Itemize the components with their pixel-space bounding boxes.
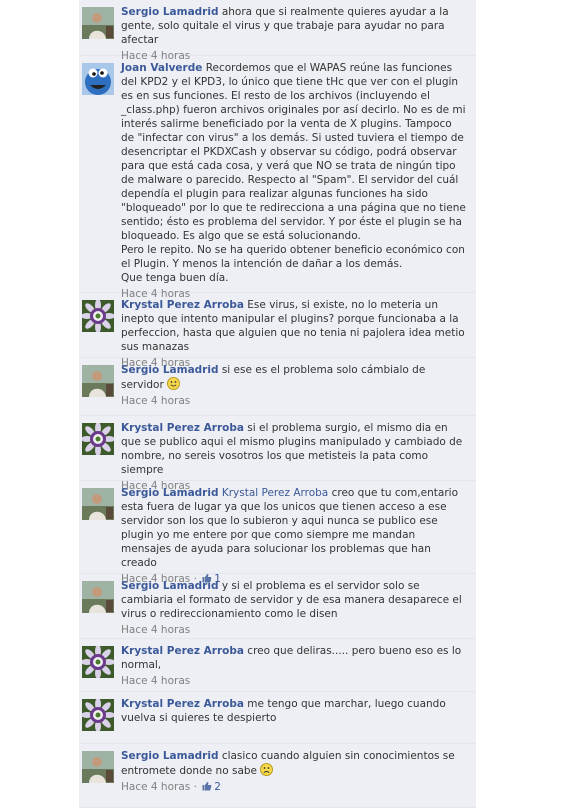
comment-author-link[interactable]: Sergio Lamadrid [121, 364, 218, 376]
comment-content: Sergio Lamadrid y si el problema es el s… [121, 579, 467, 621]
comment-item: Sergio Lamadrid clasico cuando alguien s… [79, 744, 476, 808]
comment-timestamp[interactable]: Hace 4 horas [121, 395, 190, 407]
comment-item: Joan Valverde Recordemos que el WAPAS re… [79, 56, 476, 300]
avatar[interactable] [82, 7, 114, 39]
avatar[interactable] [82, 581, 114, 613]
comment-item: Krystal Perez Arroba si el problema surg… [79, 416, 476, 492]
avatar[interactable] [82, 699, 114, 731]
comment-meta: Hace 4 horas · 2 [121, 780, 467, 794]
comment-author-link[interactable]: Krystal Perez Arroba [121, 645, 244, 657]
comment-content: Krystal Perez Arroba Ese virus, si exist… [121, 298, 467, 354]
comment-content: Sergio Lamadrid Krystal Perez Arroba cre… [121, 486, 467, 570]
comment-item: Krystal Perez Arroba Ese virus, si exist… [79, 293, 476, 369]
comment-content: Krystal Perez Arroba creo que deliras...… [121, 644, 467, 672]
comment-body: creo que tu com,entario esta fuera de lu… [121, 487, 458, 569]
comment-author-link[interactable]: Sergio Lamadrid [121, 750, 218, 762]
like-count[interactable]: 2 [214, 781, 221, 793]
comment-item: Krystal Perez Arroba me tengo que marcha… [79, 692, 476, 744]
comment-item: Sergio Lamadrid y si el problema es el s… [79, 574, 476, 639]
comment-timestamp[interactable]: Hace 4 horas [121, 781, 190, 793]
comment-meta: Hace 4 horas [121, 623, 467, 637]
comment-author-link[interactable]: Sergio Lamadrid [121, 6, 218, 18]
comment-author-link[interactable]: Sergio Lamadrid [121, 487, 218, 499]
comment-timestamp[interactable]: Hace 4 horas [121, 624, 190, 636]
comment-author-link[interactable]: Krystal Perez Arroba [121, 299, 244, 311]
comment-content: Sergio Lamadrid clasico cuando alguien s… [121, 749, 467, 778]
avatar[interactable] [82, 365, 114, 397]
avatar[interactable] [82, 300, 114, 332]
comment-thread: Sergio Lamadrid ahora que si realmente q… [79, 0, 476, 808]
comment-timestamp[interactable]: Hace 4 horas [121, 675, 190, 687]
comment-author-link[interactable]: Sergio Lamadrid [121, 580, 218, 592]
like-icon[interactable] [202, 781, 212, 791]
mention-link[interactable]: Krystal Perez Arroba [222, 487, 328, 499]
comment-content: Sergio Lamadrid ahora que si realmente q… [121, 5, 467, 47]
avatar[interactable] [82, 488, 114, 520]
avatar[interactable] [82, 751, 114, 783]
avatar[interactable] [82, 646, 114, 678]
comment-author-link[interactable]: Joan Valverde [121, 62, 202, 74]
comment-item: Sergio Lamadrid Krystal Perez Arroba cre… [79, 481, 476, 585]
comment-item: Sergio Lamadrid si ese es el problema so… [79, 358, 476, 416]
comment-item: Sergio Lamadrid ahora que si realmente q… [79, 0, 476, 62]
comment-author-link[interactable]: Krystal Perez Arroba [121, 698, 244, 710]
smile-emoticon [167, 377, 181, 390]
comment-body: Recordemos que el WAPAS reúne las funcio… [121, 62, 466, 284]
sad-emoticon [260, 763, 274, 776]
comment-content: Krystal Perez Arroba si el problema surg… [121, 421, 467, 477]
avatar[interactable] [82, 63, 114, 95]
comment-content: Krystal Perez Arroba me tengo que marcha… [121, 697, 467, 725]
comment-item: Krystal Perez Arroba creo que deliras...… [79, 639, 476, 692]
comment-meta: Hace 4 horas [121, 674, 467, 688]
comment-content: Sergio Lamadrid si ese es el problema so… [121, 363, 467, 392]
avatar[interactable] [82, 423, 114, 455]
comment-author-link[interactable]: Krystal Perez Arroba [121, 422, 244, 434]
comment-content: Joan Valverde Recordemos que el WAPAS re… [121, 61, 467, 285]
meta-separator: · [190, 781, 201, 793]
comment-meta: Hace 4 horas [121, 394, 467, 408]
